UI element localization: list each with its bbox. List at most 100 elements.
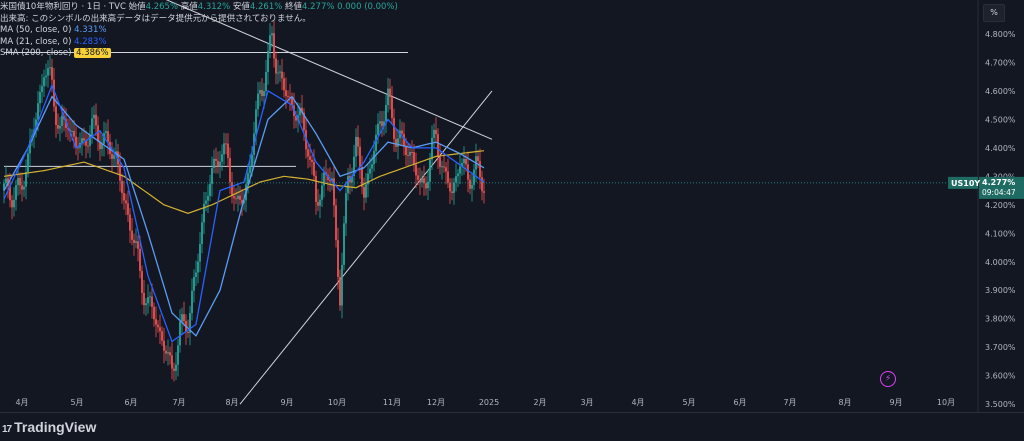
candle-body [471, 184, 473, 189]
candle-body [51, 67, 53, 80]
y-tick-label: 4.800% [985, 30, 1016, 39]
candle-body [263, 90, 265, 97]
candle-body [187, 332, 189, 334]
chart-canvas[interactable]: 4.800%4.700%4.600%4.500%4.400%4.300%4.20… [0, 0, 1024, 440]
candle-body [483, 191, 485, 193]
legend-low-label: 安値 [232, 2, 250, 12]
candle-body [49, 67, 51, 69]
candle-body [135, 241, 137, 243]
candle-body [407, 155, 409, 157]
candle-body [279, 71, 281, 73]
candle-body [183, 314, 185, 322]
percent-scale-button[interactable]: % [983, 4, 1005, 22]
chart-legend: 米国債10年物利回り · 1日 · TVC 始値4.265% 高値4.312% … [0, 2, 398, 60]
candle-body [239, 195, 241, 200]
candle-body [359, 146, 361, 168]
candle-body [61, 115, 63, 126]
candle-body [47, 68, 49, 76]
lightning-icon[interactable]: ⚡ [880, 371, 896, 387]
legend-ma21-label: MA (21, close, 0) [0, 36, 72, 47]
candle-body [191, 290, 193, 314]
candle-body [171, 355, 173, 369]
candle-body [439, 157, 441, 168]
candle-body [111, 153, 113, 159]
candle-body [229, 157, 231, 183]
candle-body [319, 199, 321, 206]
candle-body [413, 152, 415, 165]
candle-body [447, 171, 449, 183]
legend-ma50-label: MA (50, close, 0) [0, 25, 72, 35]
candle-body [361, 167, 363, 187]
candle-body [429, 159, 431, 182]
candle-body [315, 175, 317, 202]
candle-body [261, 90, 263, 97]
candle-body [231, 182, 233, 197]
candle-body [179, 321, 181, 346]
candle-body [385, 104, 387, 122]
candle-body [21, 185, 23, 190]
candle-body [425, 183, 427, 189]
candle-body [417, 175, 419, 180]
candle-body [343, 223, 345, 265]
trendline[interactable] [239, 90, 493, 405]
x-tick-label: 5月 [70, 398, 83, 407]
candle-body [453, 182, 455, 193]
candle-body [143, 292, 145, 306]
x-tick-label: 3月 [580, 398, 593, 407]
candle-body [89, 134, 91, 146]
candle-body [387, 88, 389, 105]
candle-body [281, 71, 283, 79]
candle-body [181, 314, 183, 322]
candle-body [27, 153, 29, 173]
candle-body [193, 276, 195, 291]
candle-body [339, 276, 341, 306]
candle-body [225, 143, 227, 145]
candle-body [311, 159, 313, 163]
candle-body [151, 296, 153, 307]
candle-body [405, 146, 407, 156]
candle-body [465, 158, 467, 165]
candle-body [155, 319, 157, 325]
countdown-timer: 09:04:47 [982, 188, 1016, 197]
candle-body [285, 90, 287, 97]
candle-body [19, 177, 21, 186]
x-tick-label: 4月 [631, 398, 644, 407]
candle-body [169, 352, 171, 356]
candle-body [91, 118, 93, 135]
candle-body [411, 151, 413, 153]
candle-body [449, 182, 451, 192]
candle-body [257, 93, 259, 110]
legend-sma200-row[interactable]: SMA (200, close) 4.386% [0, 48, 398, 60]
candle-body [211, 168, 213, 184]
candle-body [131, 230, 133, 240]
x-tick-label: 10月 [328, 398, 346, 407]
candle-body [365, 184, 367, 198]
candle-body [207, 195, 209, 201]
candle-body [479, 160, 481, 178]
candle-body [223, 143, 225, 155]
x-tick-label: 4月 [15, 398, 28, 407]
legend-ma50-row[interactable]: MA (50, close, 0) 4.331% [0, 25, 398, 37]
legend-volume-note: 出来高: このシンボルの出来高データはデータ提供元から提供されておりません。 [0, 13, 311, 24]
candle-body [149, 296, 151, 298]
candle-body [235, 198, 237, 200]
candle-body [41, 86, 43, 93]
legend-close: 4.277% [302, 2, 335, 12]
x-tick-label: 8月 [225, 398, 238, 407]
candle-body [277, 72, 279, 74]
candle-body [121, 180, 123, 194]
candle-body [59, 125, 61, 129]
x-tick-label: 7月 [172, 398, 185, 407]
tradingview-logo[interactable]: 17 TradingView [2, 419, 96, 435]
candle-body [57, 125, 59, 129]
candle-body [201, 222, 203, 245]
candle-body [87, 145, 89, 147]
y-tick-label: 3.500% [985, 400, 1016, 409]
x-tick-label: 9月 [889, 398, 902, 407]
legend-ma21-row[interactable]: MA (21, close, 0) 4.283% [0, 37, 398, 49]
candle-body [163, 340, 165, 351]
candle-body [255, 109, 257, 134]
candle-body [443, 166, 445, 168]
candle-body [431, 137, 433, 160]
legend-sma200-value: 4.386% [74, 48, 111, 58]
